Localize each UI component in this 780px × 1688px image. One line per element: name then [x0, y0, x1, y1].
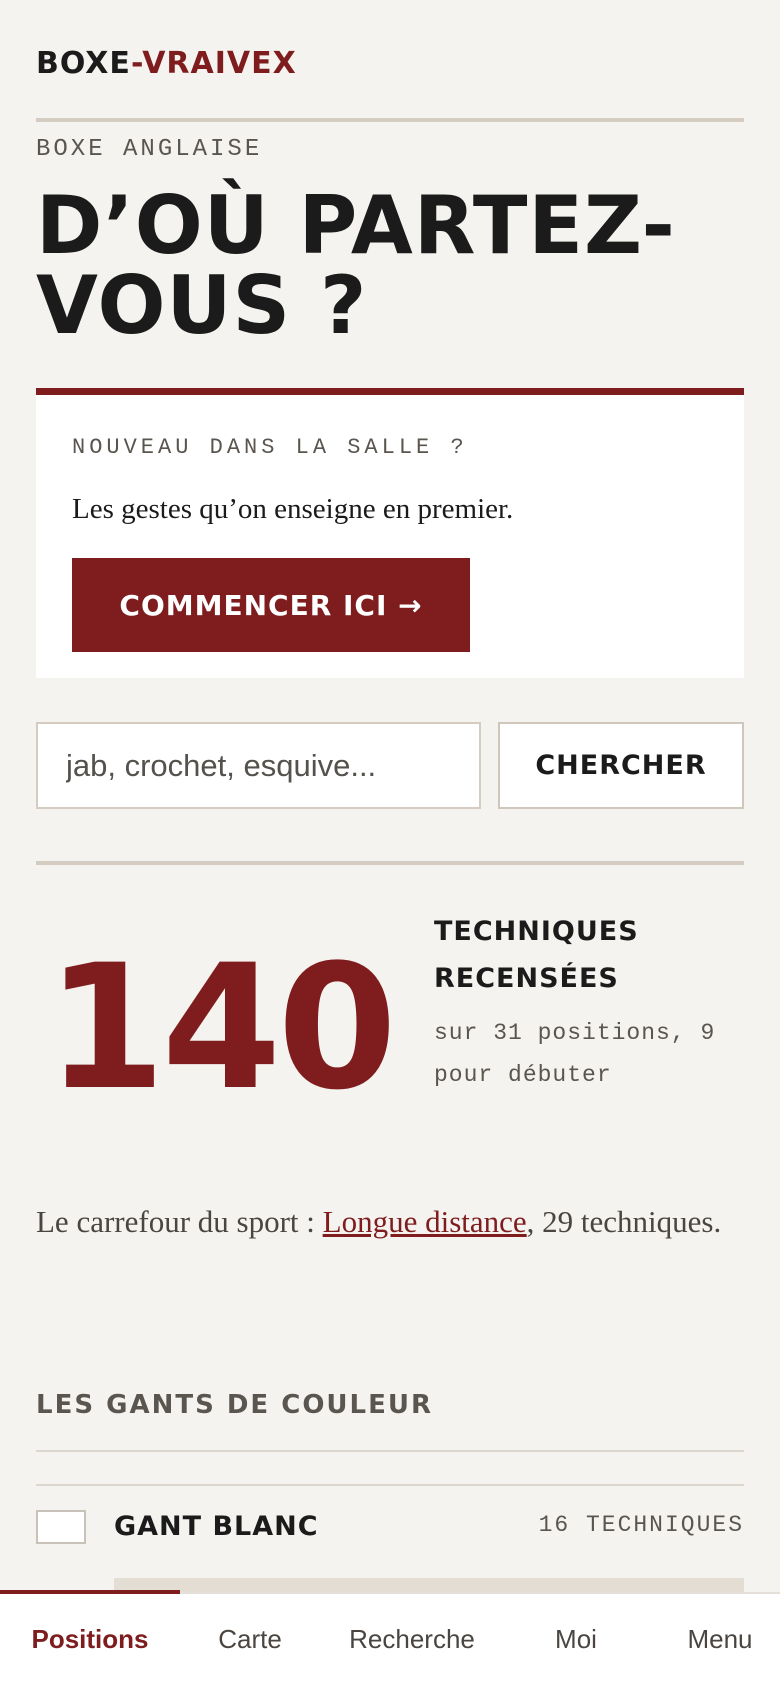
hero-kicker: BOXE ANGLAISE	[36, 136, 263, 163]
search-button[interactable]: CHERCHER	[498, 722, 744, 809]
glove-color-swatch	[36, 1510, 86, 1544]
section-divider	[36, 861, 744, 865]
nav-item-carte[interactable]: Carte	[180, 1594, 320, 1688]
crossroad-suffix: , 29 techniques.	[526, 1204, 722, 1239]
search-input[interactable]	[36, 722, 481, 809]
nav-item-positions[interactable]: Positions	[0, 1594, 180, 1688]
starter-card: NOUVEAU DANS LA SALLE ? Les gestes qu’on…	[36, 388, 744, 678]
crossroad-text: Le carrefour du sport : Longue distance,…	[36, 1188, 744, 1256]
logo-part-1: BOXE	[36, 46, 131, 81]
glove-name: GANT BLANC	[114, 1511, 319, 1542]
nav-item-menu[interactable]: Menu	[660, 1594, 780, 1688]
glove-row-white[interactable]: GANT BLANC 16 TECHNIQUES	[36, 1506, 744, 1550]
gloves-divider-top	[36, 1450, 744, 1452]
technique-count-title: TECHNIQUES RECENSÉES	[434, 916, 639, 994]
technique-count-subtitle: sur 31 positions, 9 pour débuter	[434, 1020, 716, 1088]
glove-technique-count: 16 TECHNIQUES	[538, 1512, 744, 1538]
bottom-nav: Positions Carte Recherche Moi Menu	[0, 1590, 780, 1688]
starter-card-kicker: NOUVEAU DANS LA SALLE ?	[72, 435, 468, 460]
header-divider	[36, 118, 744, 122]
crossroad-prefix: Le carrefour du sport :	[36, 1204, 323, 1239]
logo-part-2: VRAIVEX	[142, 46, 297, 81]
glove-progress-track	[114, 1578, 744, 1592]
nav-item-moi[interactable]: Moi	[516, 1594, 636, 1688]
logo-separator: -	[130, 46, 143, 81]
starter-card-text: Les gestes qu’on enseigne en premier.	[72, 493, 514, 525]
page-title: D’OÙ PARTEZ-VOUS ?	[36, 179, 676, 352]
technique-count: 140	[46, 927, 397, 1128]
nav-item-recherche[interactable]: Recherche	[330, 1594, 494, 1688]
crossroad-link[interactable]: Longue distance	[323, 1204, 527, 1239]
start-here-button[interactable]: COMMENCER ICI →	[72, 558, 470, 652]
gloves-section-title: LES GANTS DE COULEUR	[36, 1390, 433, 1420]
gloves-divider	[36, 1484, 744, 1486]
site-logo[interactable]: BOXE-VRAIVEX	[36, 46, 297, 81]
